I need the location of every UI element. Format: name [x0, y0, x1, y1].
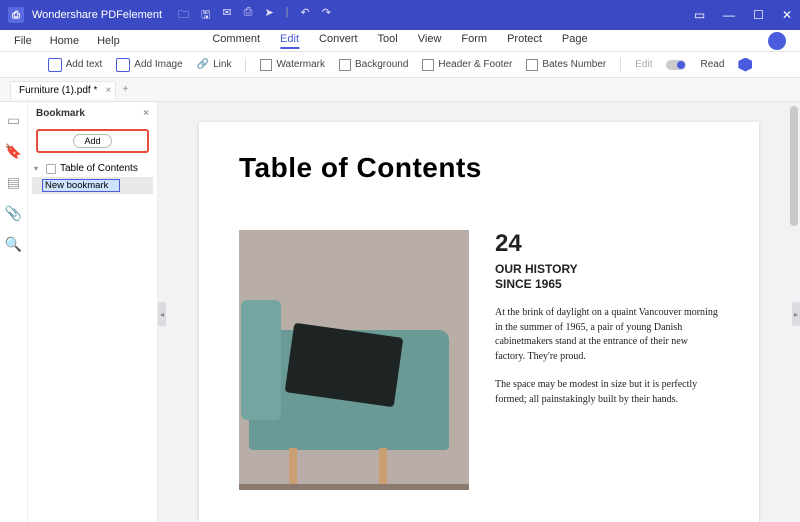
close-icon[interactable]: ✕	[782, 8, 792, 22]
bates-icon	[526, 59, 538, 71]
link-button[interactable]: 🔗Link	[197, 59, 232, 70]
edit-read-toggle[interactable]	[666, 60, 686, 70]
bates-number-button[interactable]: Bates Number	[526, 59, 606, 71]
panel-title: Bookmark	[36, 108, 85, 119]
app-logo: ⎙	[8, 7, 24, 23]
new-tab-button[interactable]: +	[122, 84, 128, 95]
maximize-icon[interactable]: ☐	[753, 8, 764, 22]
panel-collapse-handle-left[interactable]: ◂	[158, 302, 166, 326]
text-icon	[48, 58, 62, 72]
side-tab-strip: ▭ 🔖 ▤ 📎 🔍	[0, 102, 28, 522]
menu-view[interactable]: View	[418, 33, 442, 49]
body-paragraph: At the brink of daylight on a quaint Van…	[495, 306, 719, 364]
search-tab-icon[interactable]: 🔍	[5, 236, 22, 253]
background-icon	[339, 59, 351, 71]
save-icon[interactable]: 🖫	[201, 6, 210, 25]
share-icon[interactable]: ➤	[264, 6, 273, 25]
workspace: ▭ 🔖 ▤ 📎 🔍 Bookmark × Add ▾ Table of Cont…	[0, 102, 800, 522]
separator	[245, 58, 246, 72]
menu-home[interactable]: Home	[50, 35, 79, 47]
menu-help[interactable]: Help	[97, 35, 120, 47]
panel-collapse-handle-right[interactable]: ▸	[792, 302, 800, 326]
document-tab-bar: Furniture (1).pdf * × +	[0, 78, 800, 102]
bookmark-rename-input[interactable]	[42, 179, 120, 192]
user-avatar[interactable]	[768, 32, 786, 50]
undo-icon[interactable]: ↶	[301, 6, 310, 25]
print-icon[interactable]: ⎙	[244, 6, 253, 25]
pdf-page: Table of Contents 24 OUR HISTORY SINCE 1…	[199, 122, 759, 522]
edit-mode-label: Edit	[635, 59, 652, 70]
add-bookmark-highlight: Add	[36, 129, 149, 153]
comments-tab-icon[interactable]: ▤	[7, 174, 20, 191]
menu-edit[interactable]: Edit	[280, 33, 299, 49]
mail-icon[interactable]: ✉	[222, 6, 231, 25]
separator-icon: |	[286, 6, 289, 25]
tab-label: Furniture (1).pdf *	[19, 85, 97, 96]
tree-toggle-icon[interactable]: ▾	[34, 164, 42, 173]
ribbon-toolbar: Add text Add Image 🔗Link Watermark Backg…	[0, 52, 800, 78]
add-image-button[interactable]: Add Image	[116, 58, 182, 72]
separator	[620, 58, 621, 72]
vertical-scrollbar[interactable]	[790, 106, 798, 226]
menu-file[interactable]: File	[14, 35, 32, 47]
menu-page[interactable]: Page	[562, 33, 588, 49]
watermark-icon	[260, 59, 272, 71]
menu-comment[interactable]: Comment	[212, 33, 260, 49]
read-mode-label: Read	[700, 59, 724, 70]
thumbnails-tab-icon[interactable]: ▭	[7, 112, 20, 129]
open-icon[interactable]: 🗀	[178, 6, 189, 25]
menu-form[interactable]: Form	[461, 33, 487, 49]
document-viewport[interactable]: ◂ ▸ Table of Contents 24 OUR HISTORY SIN…	[158, 102, 800, 522]
menu-convert[interactable]: Convert	[319, 33, 358, 49]
bookmarks-tab-icon[interactable]: 🔖	[5, 143, 22, 160]
menu-protect[interactable]: Protect	[507, 33, 542, 49]
redo-icon[interactable]: ↷	[322, 6, 331, 25]
bookmark-icon	[46, 164, 56, 174]
image-icon	[116, 58, 130, 72]
add-bookmark-button[interactable]: Add	[73, 134, 111, 148]
body-paragraph: The space may be modest in size but it i…	[495, 378, 719, 407]
background-button[interactable]: Background	[339, 59, 408, 71]
bookmark-label: Table of Contents	[60, 163, 138, 174]
watermark-button[interactable]: Watermark	[260, 59, 325, 71]
section-subtitle-line2: SINCE 1965	[495, 277, 562, 291]
panel-close-icon[interactable]: ×	[143, 108, 149, 119]
header-footer-icon	[422, 59, 434, 71]
attachments-tab-icon[interactable]: 📎	[5, 205, 22, 222]
window-menu-icon[interactable]: ▭	[694, 8, 705, 22]
bookmark-item[interactable]: ▾ Table of Contents	[32, 161, 153, 176]
menu-bar: File Home Help Comment Edit Convert Tool…	[0, 30, 800, 52]
section-subtitle-line1: OUR HISTORY	[495, 262, 578, 276]
add-text-button[interactable]: Add text	[48, 58, 103, 72]
page-heading: Table of Contents	[239, 152, 719, 184]
quick-access-toolbar: 🗀 🖫 ✉ ⎙ ➤ | ↶ ↷	[178, 6, 331, 25]
page-image	[239, 230, 469, 490]
minimize-icon[interactable]: —	[723, 8, 735, 22]
badge-icon[interactable]	[738, 58, 752, 72]
document-tab[interactable]: Furniture (1).pdf * ×	[10, 81, 116, 99]
header-footer-button[interactable]: Header & Footer	[422, 59, 512, 71]
menu-tool[interactable]: Tool	[378, 33, 398, 49]
bookmark-item-editing[interactable]	[32, 177, 153, 194]
link-icon: 🔗	[197, 59, 209, 70]
title-bar: ⎙ Wondershare PDFelement 🗀 🖫 ✉ ⎙ ➤ | ↶ ↷…	[0, 0, 800, 30]
page-text-column: 24 OUR HISTORY SINCE 1965 At the brink o…	[495, 230, 719, 490]
bookmark-tree: ▾ Table of Contents	[28, 157, 157, 198]
tab-close-icon[interactable]: ×	[106, 85, 112, 96]
window-controls: ▭ — ☐ ✕	[694, 8, 792, 22]
section-number: 24	[495, 230, 719, 258]
app-title: Wondershare PDFelement	[32, 9, 162, 21]
bookmark-panel: Bookmark × Add ▾ Table of Contents	[28, 102, 158, 522]
